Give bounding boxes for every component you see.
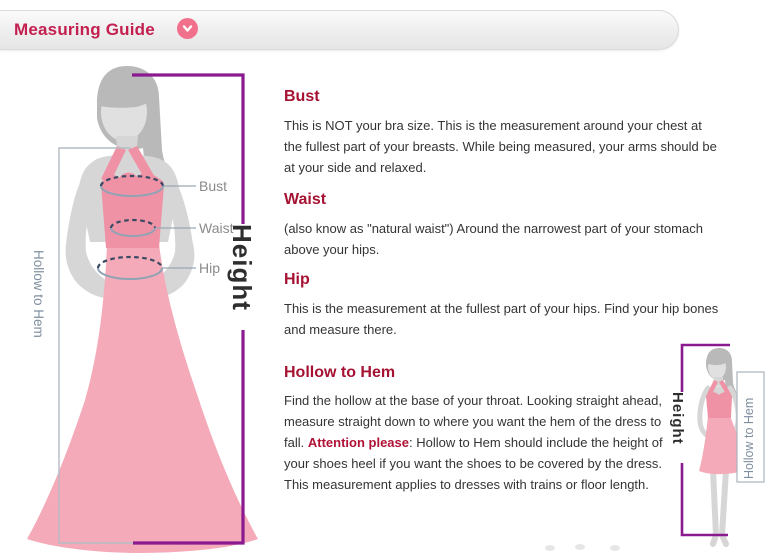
small-dress-bodice xyxy=(706,392,732,418)
height-vertical-label: Height xyxy=(226,224,257,332)
waist-heading: Waist xyxy=(284,190,720,210)
chevron-down-icon[interactable] xyxy=(177,18,198,39)
page-title: Measuring Guide xyxy=(14,20,155,40)
small-figure-right-leg xyxy=(722,470,726,544)
section-bust: Bust This is NOT your bra size. This is … xyxy=(284,87,720,178)
hollow-to-hem-description: Find the hollow at the base of your thro… xyxy=(284,390,668,495)
cropped-content-smudge xyxy=(610,545,620,551)
cropped-content-smudge xyxy=(575,544,585,550)
hip-heading: Hip xyxy=(284,270,720,290)
bust-heading: Bust xyxy=(284,87,720,107)
small-hollow-to-hem-vertical-label: Hollow to Hem xyxy=(742,377,756,479)
hollow-to-hem-vertical-label: Hollow to Hem xyxy=(31,250,46,400)
measuring-guide-page: Measuring Guide xyxy=(0,0,778,553)
bust-description: This is NOT your bra size. This is the m… xyxy=(284,115,720,178)
section-waist: Waist (also know as "natural waist") Aro… xyxy=(284,190,720,260)
dress-skirt xyxy=(27,244,258,553)
hip-label: Hip xyxy=(199,260,220,276)
small-height-vertical-label: Height xyxy=(669,392,686,464)
bust-label: Bust xyxy=(199,178,227,194)
cropped-content-smudge xyxy=(545,545,555,551)
waist-description: (also know as "natural waist") Around th… xyxy=(284,218,720,260)
attention-label: Attention please xyxy=(308,435,409,450)
measuring-guide-header[interactable]: Measuring Guide xyxy=(0,10,679,50)
small-figure-left-leg xyxy=(713,470,716,544)
